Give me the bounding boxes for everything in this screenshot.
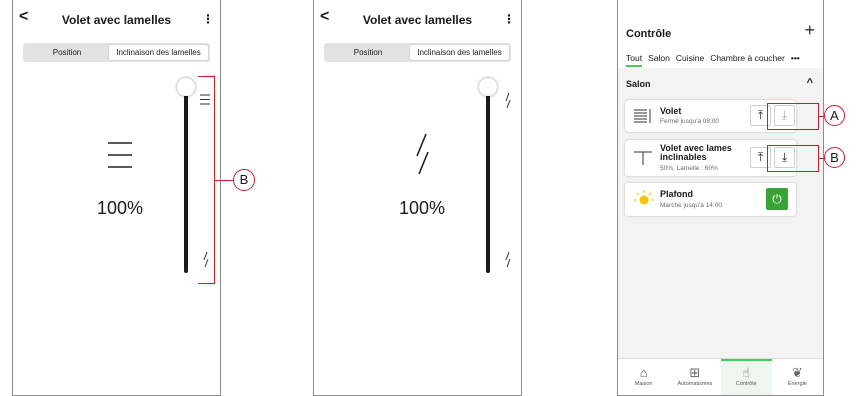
- power-toggle-button[interactable]: ⏻: [766, 188, 788, 210]
- tab-tout[interactable]: Tout: [626, 53, 643, 67]
- nav-automatismes[interactable]: ⊞ Automatismes: [669, 359, 720, 395]
- shutter-icon: [634, 109, 651, 123]
- slats-tilted-small-icon: [505, 93, 511, 109]
- nav-label: Automatismes: [677, 381, 713, 387]
- nav-label: Maison: [634, 381, 653, 387]
- control-header: Contrôle + Tout Salon Cuisine Chambre à …: [618, 0, 823, 68]
- touch-hand-icon: ☝: [742, 365, 751, 380]
- callout-b-bracket: [198, 76, 215, 284]
- device-status: Fermé jusqu'à 08:00: [660, 118, 720, 125]
- callout-a-badge: A: [824, 105, 845, 126]
- slats-closed-small-icon: [505, 252, 511, 268]
- grid-icon: ⊞: [689, 365, 701, 380]
- callout-a-box: [767, 103, 819, 130]
- callout-b-connector: [215, 180, 233, 181]
- bottom-navigation: ⌂ Maison ⊞ Automatismes ☝ Contrôle ❦ Éne…: [618, 358, 823, 395]
- tab-salon[interactable]: Salon: [648, 53, 670, 63]
- tab-slat-tilt[interactable]: Inclinaison des lamelles: [410, 45, 509, 60]
- mode-segmented-control: Position Inclinaison des lamelles: [324, 43, 511, 62]
- page-title: Volet avec lamelles: [362, 13, 473, 27]
- section-title: Salon: [626, 79, 651, 89]
- more-tabs-icon[interactable]: •••: [791, 53, 800, 63]
- nav-label: Énergie: [787, 381, 807, 387]
- page-title: Volet avec lamelles: [61, 13, 172, 27]
- lightbulb-icon: [634, 190, 654, 205]
- slat-tilt-screen-left: < Volet avec lamelles ⋮ Position Inclina…: [12, 0, 255, 396]
- device-card-plafond[interactable]: Plafond Marche jusqu'à 14:00 ⏻: [625, 183, 796, 216]
- mode-segmented-control: Position Inclinaison des lamelles: [23, 43, 210, 62]
- page-title: Contrôle: [626, 28, 672, 40]
- slats-tilted-icon: [416, 133, 429, 175]
- slats-open-icon: [108, 142, 132, 168]
- tilt-slider-track[interactable]: [184, 88, 188, 273]
- device-status: Marche jusqu'à 14:00: [660, 202, 722, 209]
- tilt-percentage: 100%: [398, 198, 446, 218]
- slat-tilt-screen-middle: < Volet avec lamelles ⋮ Position Inclina…: [313, 0, 522, 396]
- tilt-slider-track[interactable]: [486, 88, 490, 273]
- tilt-slider-handle[interactable]: [479, 78, 497, 96]
- chevron-up-icon[interactable]: ^: [807, 77, 813, 89]
- tab-position[interactable]: Position: [25, 45, 109, 60]
- control-screen: Contrôle + Tout Salon Cuisine Chambre à …: [617, 0, 845, 396]
- more-options-icon[interactable]: ⋮: [503, 12, 515, 26]
- more-options-icon[interactable]: ⋮: [202, 12, 214, 26]
- nav-energie[interactable]: ❦ Énergie: [772, 359, 823, 395]
- tab-slat-tilt[interactable]: Inclinaison des lamelles: [109, 45, 208, 60]
- room-tabs: Tout Salon Cuisine Chambre à coucher •••: [626, 53, 819, 67]
- tilt-slider-handle[interactable]: [177, 78, 195, 96]
- tab-cuisine[interactable]: Cuisine: [676, 53, 704, 63]
- callout-b-badge: B: [233, 169, 255, 191]
- tab-position[interactable]: Position: [326, 45, 410, 60]
- callout-b-box: [767, 145, 819, 172]
- add-icon[interactable]: +: [804, 20, 815, 41]
- leaf-icon: ❦: [791, 365, 803, 380]
- nav-controle[interactable]: ☝ Contrôle: [720, 359, 773, 395]
- nav-label: Contrôle: [735, 381, 757, 387]
- tilt-percentage: 100%: [96, 198, 144, 218]
- header: < Volet avec lamelles ⋮: [314, 0, 521, 40]
- device-name: Volet avec lames inclinables: [660, 143, 732, 162]
- home-icon: ⌂: [639, 365, 648, 380]
- callout-b-badge: B: [824, 147, 845, 168]
- device-status: 50%, Lamelle : 60%: [660, 165, 718, 172]
- nav-maison[interactable]: ⌂ Maison: [618, 359, 669, 395]
- slat-shutter-icon: [634, 151, 652, 165]
- header: < Volet avec lamelles ⋮: [13, 0, 220, 40]
- section-header[interactable]: Salon ^: [626, 77, 815, 89]
- tab-chambre[interactable]: Chambre à coucher: [710, 53, 785, 63]
- device-name: Volet: [660, 106, 682, 116]
- device-name: Plafond: [660, 189, 693, 199]
- stage: < Volet avec lamelles ⋮ Position Inclina…: [0, 0, 858, 396]
